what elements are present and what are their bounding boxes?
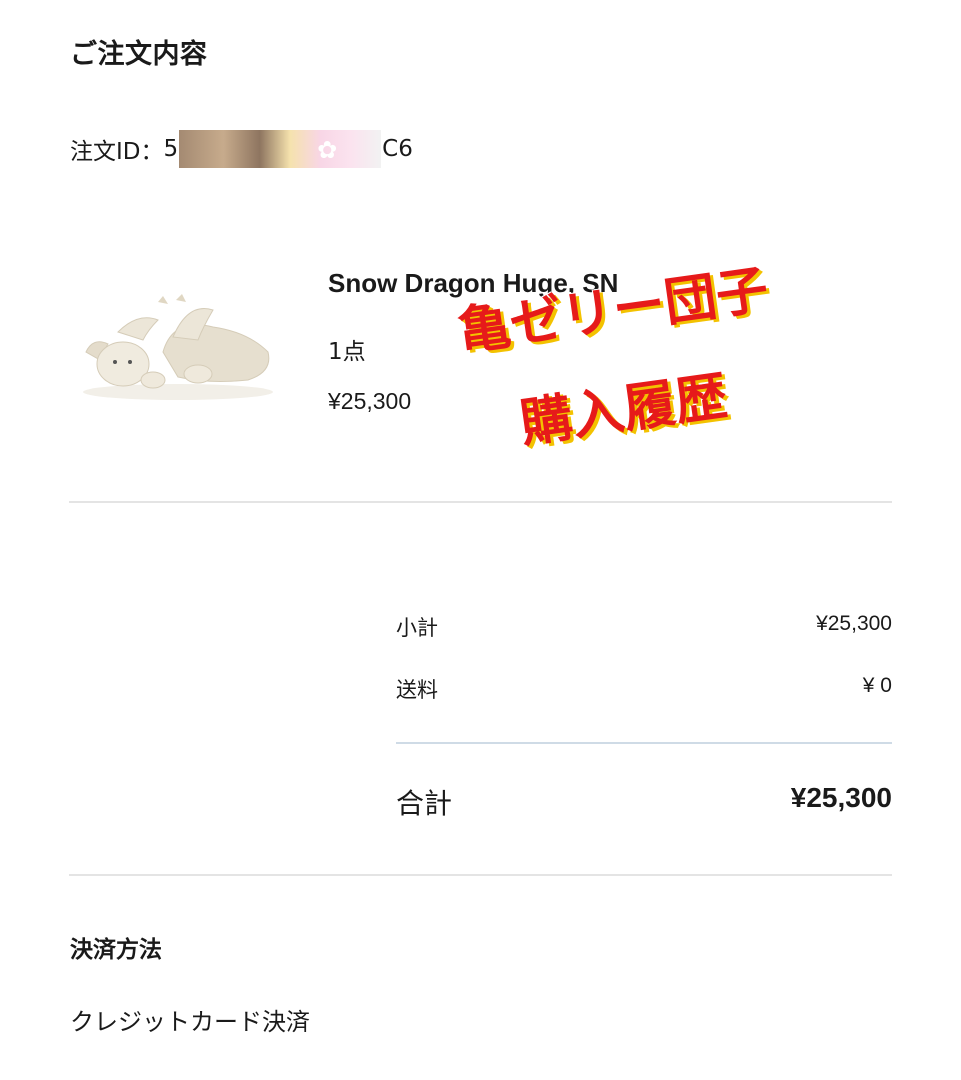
divider — [69, 501, 892, 503]
order-id-suffix: C6 — [382, 136, 413, 162]
redaction-sticker: ✿ — [179, 130, 382, 168]
payment-method-title: 決済方法 — [70, 937, 162, 963]
order-id-label: 注文ID： — [70, 139, 164, 165]
payment-method-value: クレジットカード決済 — [70, 1008, 310, 1036]
overlay-caption-line2: 購入履歴 — [516, 366, 731, 455]
section-title: ご注文内容 — [70, 39, 208, 70]
product-price: ¥25,300 — [328, 388, 412, 414]
subtotal-value: ¥25,300 — [816, 612, 892, 635]
totals-divider — [396, 742, 892, 744]
shipping-value: ¥ 0 — [862, 674, 892, 697]
total-value: ¥25,300 — [790, 782, 892, 813]
divider — [69, 874, 892, 876]
product-quantity: 1点 — [328, 339, 366, 365]
order-id: 注文ID： 5 ✿ C6 — [70, 130, 413, 168]
flower-icon: ✿ — [317, 136, 338, 164]
total-label: 合計 — [396, 787, 453, 820]
order-id-prefix: 5 — [163, 136, 179, 162]
shipping-label: 送料 — [396, 678, 438, 702]
overlay-caption-line1: 亀ゼリー団子 — [454, 259, 772, 363]
plush-dragon-image[interactable] — [78, 292, 278, 402]
subtotal-label: 小計 — [396, 616, 438, 640]
